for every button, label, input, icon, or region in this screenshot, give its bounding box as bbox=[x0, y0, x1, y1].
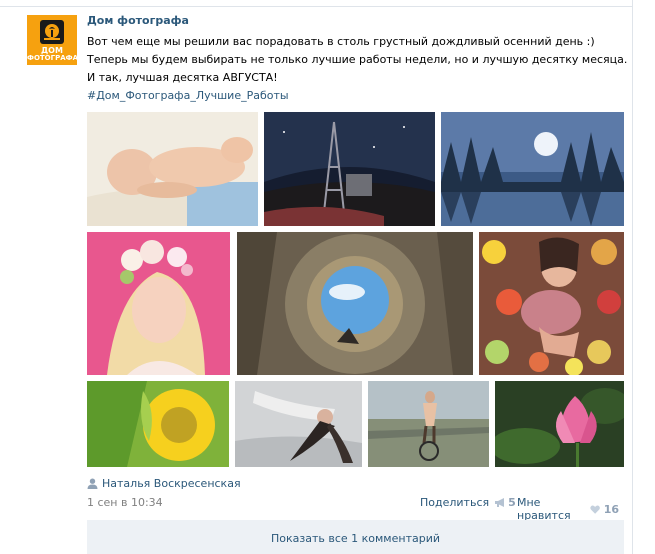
photo-sunflower[interactable] bbox=[87, 381, 229, 467]
photo-girl-flower-wreath[interactable] bbox=[87, 232, 230, 375]
post-text-line: Вот чем еще мы решили вас порадовать в с… bbox=[87, 35, 595, 48]
photo-misty-lake[interactable] bbox=[441, 112, 624, 226]
photo-woman-lying[interactable] bbox=[235, 381, 362, 467]
photo-lotus[interactable] bbox=[495, 381, 624, 467]
photo-woman-in-flowers[interactable] bbox=[479, 232, 624, 375]
show-comments-button[interactable]: Показать все 1 комментарий bbox=[87, 520, 624, 554]
post-date[interactable]: 1 сен в 10:34 bbox=[87, 496, 163, 509]
like-count: 16 bbox=[603, 502, 619, 516]
avatar-logo-subtext: ФОТОГРАФА bbox=[27, 54, 77, 62]
share-label: Поделиться bbox=[420, 496, 490, 509]
heart-icon bbox=[590, 505, 601, 514]
page-frame-right bbox=[632, 0, 633, 554]
share-count: 5 bbox=[508, 496, 516, 509]
person-icon bbox=[87, 478, 98, 489]
avatar-logo-icon bbox=[40, 20, 64, 44]
post-text: Вот чем еще мы решили вас порадовать в с… bbox=[87, 33, 628, 105]
post-meta: 1 сен в 10:34 Поделиться 5 Мне нравится … bbox=[87, 496, 619, 522]
post-author-link[interactable]: Дом фотографа bbox=[87, 14, 189, 27]
like-button[interactable]: Мне нравится 16 bbox=[517, 496, 619, 522]
megaphone-icon bbox=[495, 498, 505, 507]
like-label: Мне нравится bbox=[517, 496, 571, 522]
signer-link[interactable]: Наталья Воскресенская bbox=[87, 477, 241, 490]
signer-name: Наталья Воскресенская bbox=[102, 477, 241, 490]
photo-cyclist[interactable] bbox=[368, 381, 489, 467]
share-button[interactable]: Поделиться 5 bbox=[420, 496, 516, 509]
photo-tiny-planet[interactable] bbox=[237, 232, 473, 375]
post-text-line: И так, лучшая десятка АВГУСТА! bbox=[87, 71, 278, 84]
show-comments-label: Показать все 1 комментарий bbox=[270, 532, 440, 545]
hashtag-link[interactable]: #Дом_Фотографа_Лучшие_Работы bbox=[87, 87, 617, 105]
page-frame-top bbox=[0, 0, 632, 7]
avatar[interactable]: ДОМ ФОТОГРАФА bbox=[27, 15, 77, 65]
photo-sleeping-baby[interactable] bbox=[87, 112, 258, 226]
photo-night-tower[interactable] bbox=[264, 112, 435, 226]
post-text-line: Теперь мы будем выбирать не только лучши… bbox=[87, 53, 628, 66]
